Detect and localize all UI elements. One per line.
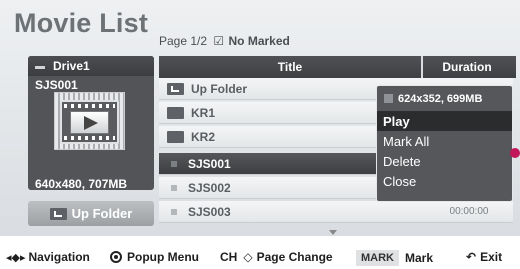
file-info-icon <box>384 94 393 103</box>
file-resolution-size: 640x480, 707MB <box>35 177 128 191</box>
help-navigation-label: Navigation <box>28 250 90 264</box>
video-thumbnail <box>54 92 125 150</box>
film-icon <box>60 100 119 144</box>
help-popup-menu: Popup Menu <box>110 250 199 264</box>
list-item-label: Up Folder <box>191 81 247 96</box>
help-popup-label: Popup Menu <box>127 250 199 264</box>
up-down-arrow-icon: ◇ <box>243 250 253 264</box>
file-icon <box>171 160 177 167</box>
help-ch-label: CH <box>220 250 238 264</box>
up-folder-button[interactable]: Up Folder <box>28 201 154 226</box>
movie-list-screen: Movie List Page 1/2 ☑ No Marked ▬ Drive1… <box>0 0 520 236</box>
list-item-label: SJS003 <box>188 204 231 219</box>
folder-icon <box>167 130 184 143</box>
up-folder-icon <box>49 207 67 220</box>
navigation-arrows-icon: ◂◆▸ <box>6 251 26 264</box>
file-icon <box>171 208 177 215</box>
drive-name: Drive1 <box>53 59 90 73</box>
list-item-label: KR1 <box>191 105 216 120</box>
help-page-change: CH ◇ Page Change <box>220 250 333 264</box>
folder-icon <box>167 106 184 119</box>
list-item-duration: 00:00:00 <box>449 206 489 217</box>
list-item-label: SJS001 <box>188 156 231 171</box>
up-folder-icon <box>167 82 184 95</box>
drive-header[interactable]: ▬ Drive1 <box>28 56 154 76</box>
play-icon <box>84 116 98 130</box>
menu-item-play[interactable]: Play <box>377 111 512 131</box>
menu-item-delete[interactable]: Delete <box>377 151 512 171</box>
help-bar: ◂◆▸ Navigation Popup Menu CH ◇ Page Chan… <box>0 243 520 269</box>
list-item-label: KR2 <box>191 129 216 144</box>
mark-key-badge: MARK <box>356 250 399 266</box>
checkbox-icon: ☑ <box>213 34 225 48</box>
up-folder-label: Up Folder <box>71 206 133 221</box>
file-icon <box>171 184 177 191</box>
column-duration: Duration <box>442 60 492 74</box>
popup-file-info: 624x352, 699MB <box>377 86 512 111</box>
help-mark-label: Mark <box>405 251 434 265</box>
popup-menu: 624x352, 699MB Play Mark All Delete Clos… <box>376 85 513 202</box>
ok-button-icon <box>110 251 122 263</box>
help-page-change-label: Page Change <box>256 250 333 264</box>
help-navigation: ◂◆▸ Navigation <box>6 250 90 264</box>
column-title: Title <box>277 60 303 74</box>
list-item-label: SJS002 <box>188 180 231 195</box>
help-mark: MARK Mark <box>356 250 433 266</box>
menu-item-close[interactable]: Close <box>377 171 512 191</box>
page-info: Page 1/2 ☑ No Marked <box>159 34 290 48</box>
menu-item-mark-all[interactable]: Mark All <box>377 131 512 151</box>
current-file-name: SJS001 <box>35 78 78 92</box>
marked-status: No Marked <box>228 34 290 48</box>
page-title: Movie List <box>14 8 149 38</box>
list-header: Title Duration <box>159 56 516 78</box>
scroll-down-arrow-icon[interactable] <box>329 230 337 235</box>
popup-info-text: 624x352, 699MB <box>398 92 483 105</box>
page-indicator: Page 1/2 <box>159 34 208 48</box>
hard-drive-icon: ▬ <box>35 60 45 72</box>
drive-panel: ▬ Drive1 SJS001 640x480, 707MB <box>28 56 154 191</box>
help-exit: ↶ Exit <box>466 250 502 264</box>
scroll-indicator[interactable] <box>510 148 520 158</box>
exit-icon: ↶ <box>466 250 477 264</box>
list-item[interactable]: SJS003 00:00:00 <box>159 201 513 223</box>
help-exit-label: Exit <box>480 250 503 264</box>
